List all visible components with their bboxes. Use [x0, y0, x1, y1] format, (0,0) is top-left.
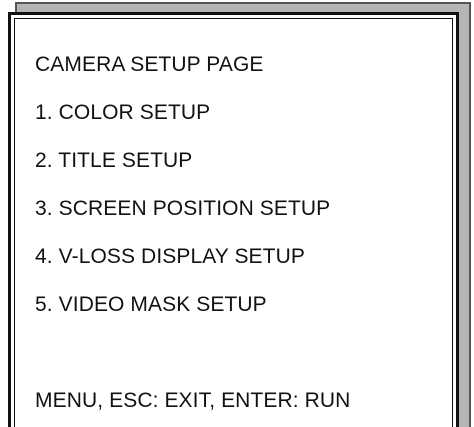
- menu-item-color-setup[interactable]: 1. COLOR SETUP: [35, 101, 210, 125]
- menu-title: CAMERA SETUP PAGE: [35, 53, 264, 76]
- menu-item-v-loss-display-setup[interactable]: 4. V-LOSS DISPLAY SETUP: [35, 245, 305, 269]
- camera-setup-menu: CAMERA SETUP PAGE 1. COLOR SETUP 2. TITL…: [8, 12, 459, 427]
- menu-item-video-mask-setup[interactable]: 5. VIDEO MASK SETUP: [35, 293, 267, 317]
- menu-item-screen-position-setup[interactable]: 3. SCREEN POSITION SETUP: [35, 197, 330, 221]
- menu-inner-frame: [14, 18, 453, 427]
- menu-item-title-setup[interactable]: 2. TITLE SETUP: [35, 149, 192, 173]
- menu-footer-hint: MENU, ESC: EXIT, ENTER: RUN: [35, 389, 351, 412]
